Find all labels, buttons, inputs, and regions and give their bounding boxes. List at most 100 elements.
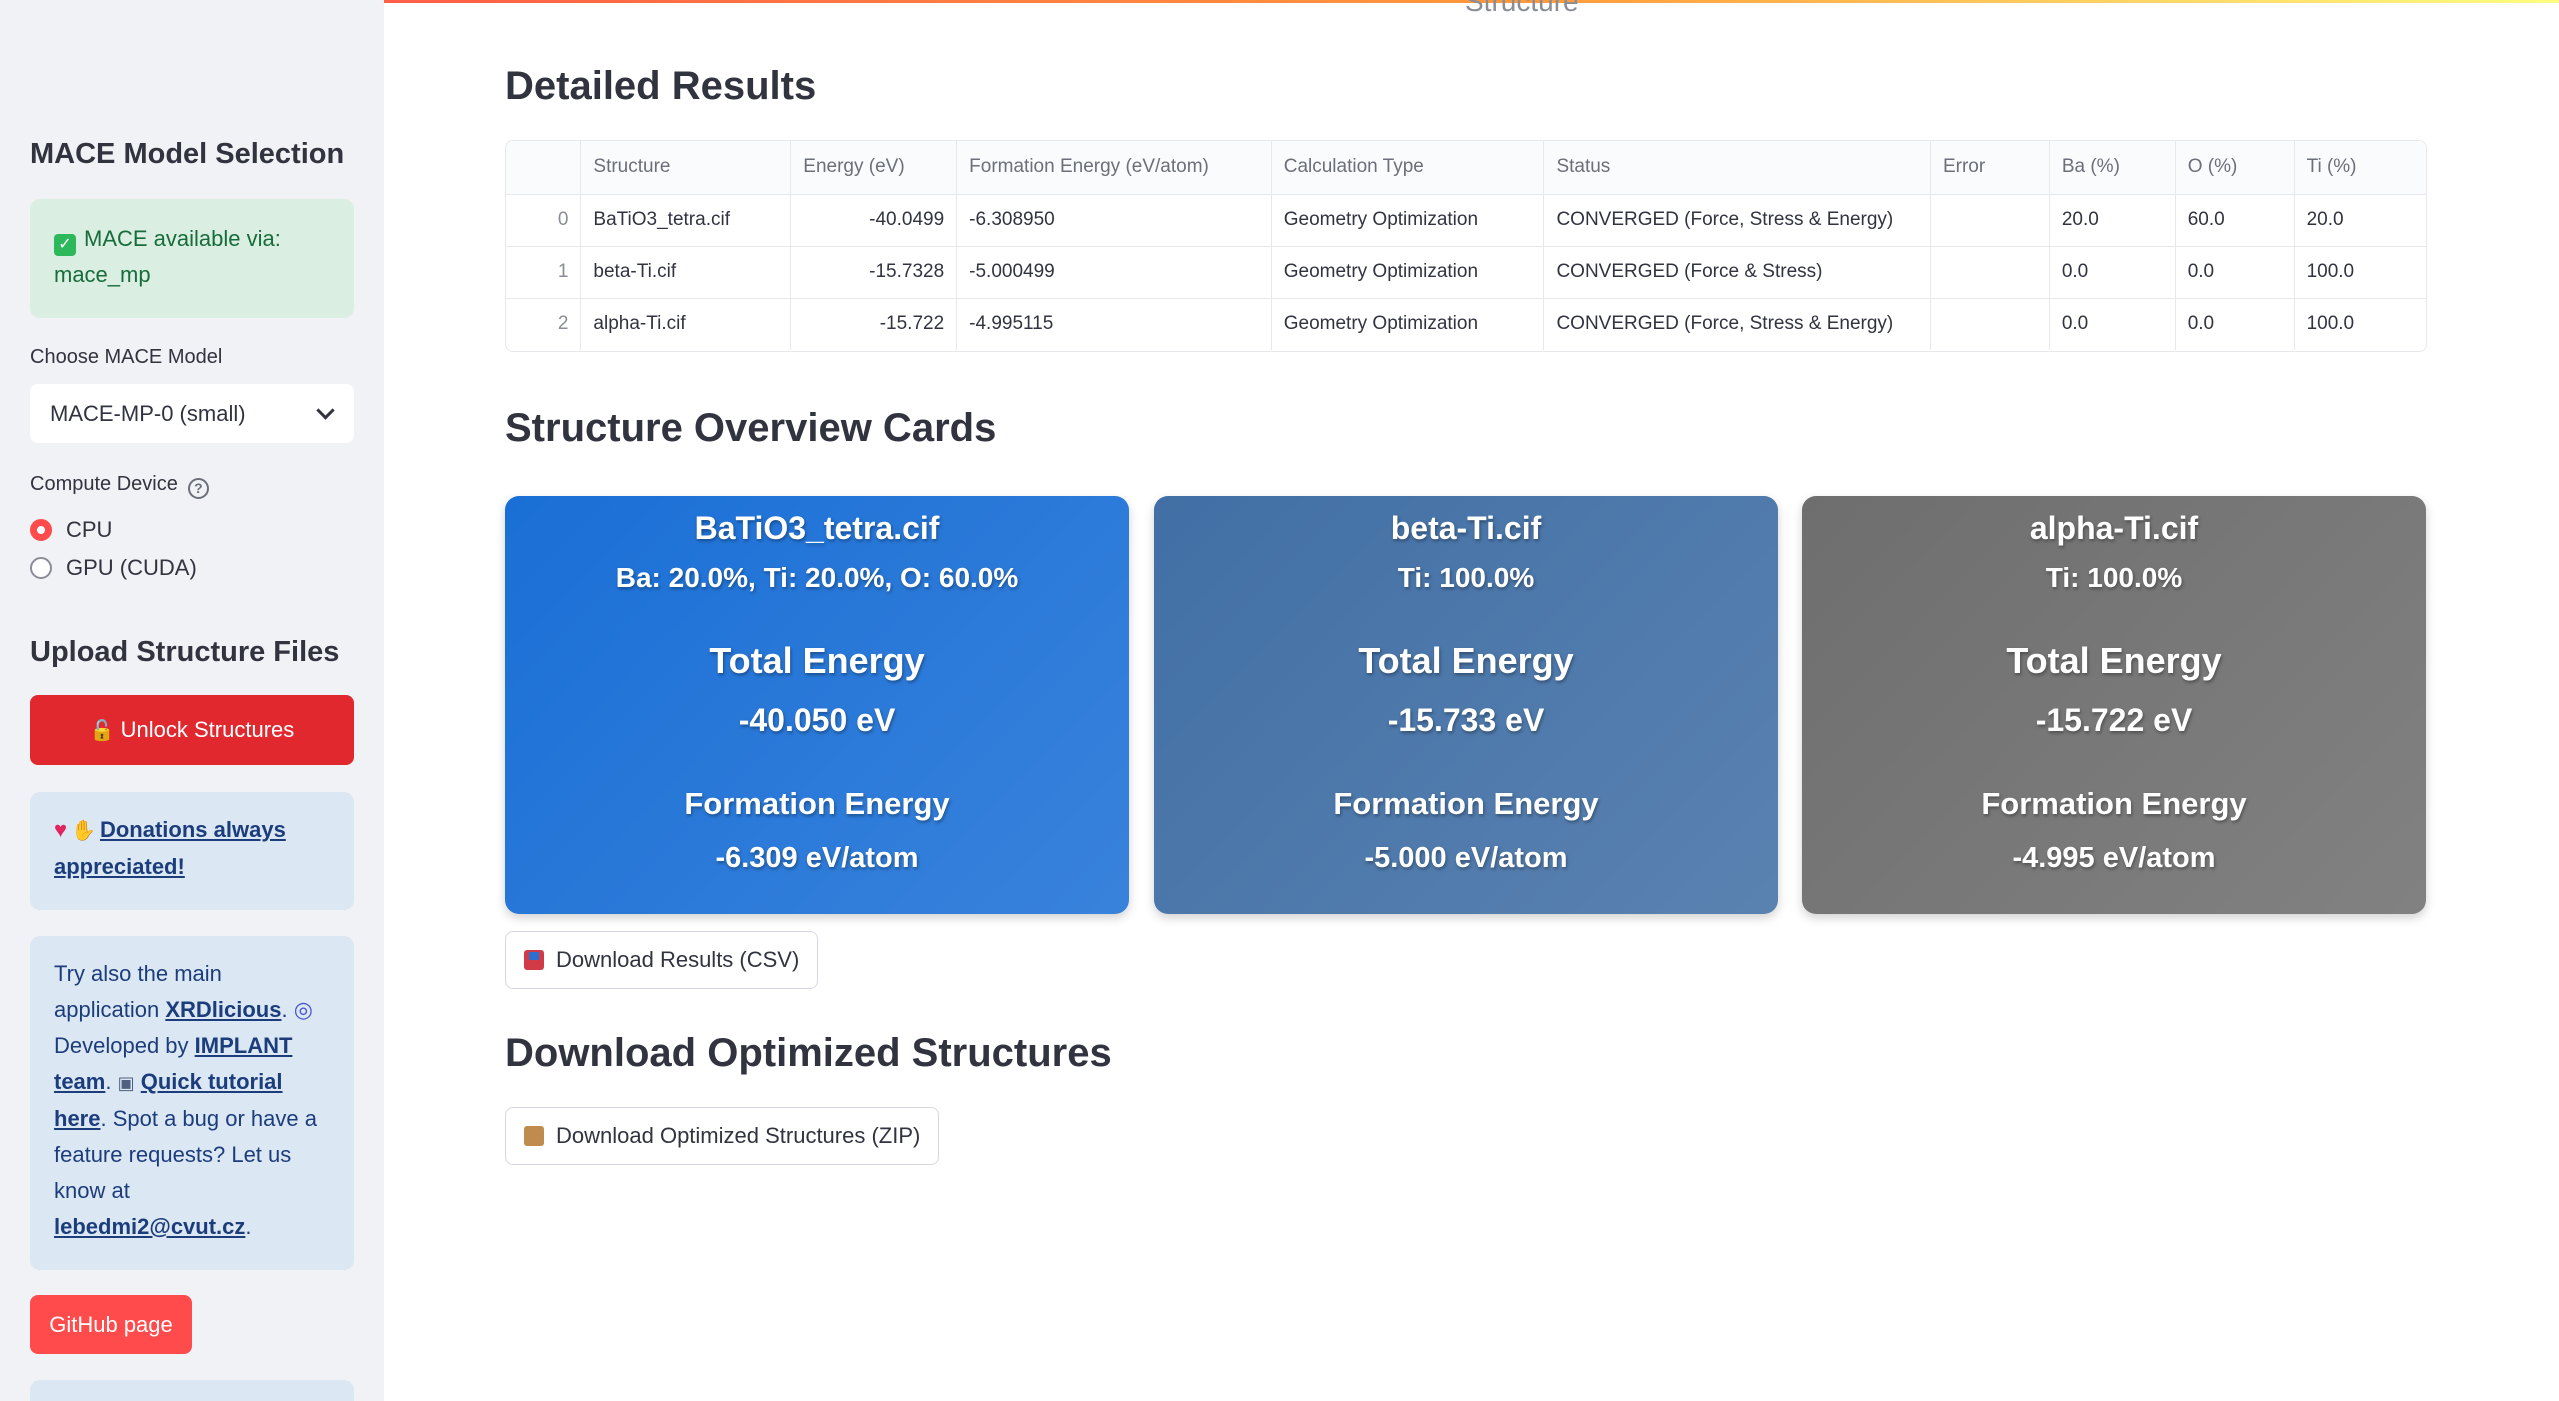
- table-cell[interactable]: CONVERGED (Force, Stress & Energy): [1543, 298, 1931, 350]
- card-energy-label: Total Energy: [2006, 640, 2222, 681]
- table-cell[interactable]: -6.308950: [956, 194, 1272, 247]
- card-name: BaTiO3_tetra.cif: [694, 510, 940, 546]
- table-row: 2 alpha-Ti.cif -15.722 -4.995115 Geometr…: [506, 298, 2426, 350]
- column-header[interactable]: Status: [1543, 141, 1931, 195]
- donation-box: ♥ ✋ Donations always appreciated!: [30, 792, 354, 910]
- card-name: beta-Ti.cif: [1390, 510, 1542, 546]
- radio-gpu-label: GPU (CUDA): [66, 555, 197, 580]
- partial-section-title: Structure: [1465, 0, 1579, 17]
- column-header[interactable]: Error: [1930, 141, 2050, 195]
- table-cell[interactable]: 1: [506, 246, 582, 299]
- table-cell[interactable]: beta-Ti.cif: [580, 246, 792, 299]
- radio-cpu-label: CPU: [66, 517, 113, 542]
- card-energy-value: -15.733 eV: [1387, 702, 1545, 738]
- column-header[interactable]: [506, 141, 582, 195]
- table-cell[interactable]: Geometry Optimization: [1271, 194, 1545, 247]
- github-button[interactable]: GitHub page: [30, 1295, 192, 1354]
- card-energy-value: -15.722 eV: [2035, 702, 2193, 738]
- card-name: alpha-Ti.cif: [2029, 510, 2199, 546]
- table-cell[interactable]: 0.0: [2049, 246, 2176, 299]
- info-text: .: [245, 1214, 252, 1239]
- card-formation-label: Formation Energy: [1333, 786, 1599, 821]
- table-cell[interactable]: CONVERGED (Force & Stress): [1543, 246, 1931, 299]
- column-header[interactable]: Ba (%): [2049, 141, 2176, 195]
- results-table[interactable]: Structure Energy (eV) Formation Energy (…: [505, 140, 2427, 352]
- table-cell[interactable]: 100.0: [2294, 246, 2426, 299]
- success-text: MACE available via: mace_mp: [54, 226, 281, 287]
- info-text: .: [281, 997, 294, 1022]
- card-energy-label: Total Energy: [1358, 640, 1574, 681]
- tv-icon: ▣: [117, 1073, 135, 1093]
- card-formation-label: Formation Energy: [1981, 786, 2247, 821]
- hands-icon: ✋: [71, 820, 96, 842]
- card-composition: Ti: 100.0%: [2045, 562, 2183, 593]
- structure-card: BaTiO3_tetra.cif Ba: 20.0%, Ti: 20.0%, O…: [505, 496, 1129, 914]
- table-cell[interactable]: 20.0: [2049, 194, 2176, 247]
- column-header[interactable]: Calculation Type: [1271, 141, 1545, 195]
- heart-icon: ♥: [54, 817, 68, 842]
- column-header[interactable]: O (%): [2175, 141, 2295, 195]
- column-header[interactable]: Ti (%): [2294, 141, 2426, 195]
- model-select-value: MACE-MP-0 (small): [50, 401, 246, 426]
- card-energy-label: Total Energy: [709, 640, 925, 681]
- email-link[interactable]: lebedmi2@cvut.cz: [54, 1214, 245, 1239]
- table-cell[interactable]: [1930, 298, 2050, 350]
- table-row: 1 beta-Ti.cif -15.7328 -5.000499 Geometr…: [506, 246, 2426, 299]
- table-cell[interactable]: 2: [506, 298, 582, 350]
- table-cell[interactable]: -5.000499: [956, 246, 1272, 299]
- card-composition: Ba: 20.0%, Ti: 20.0%, O: 60.0%: [615, 562, 1019, 593]
- table-cell[interactable]: -15.722: [790, 298, 958, 350]
- card-formation-value: -5.000 eV/atom: [1364, 842, 1568, 874]
- table-cell[interactable]: 0.0: [2049, 298, 2176, 350]
- table-cell[interactable]: alpha-Ti.cif: [580, 298, 792, 350]
- unlock-button-label: Unlock Structures: [120, 717, 295, 742]
- table-row: 0 BaTiO3_tetra.cif -40.0499 -6.308950 Ge…: [506, 194, 2426, 247]
- help-icon[interactable]: ?: [187, 478, 209, 499]
- column-header[interactable]: Formation Energy (eV/atom): [956, 141, 1272, 195]
- card-formation-value: -6.309 eV/atom: [715, 842, 919, 874]
- info-box: Try also the main application XRDlicious…: [30, 936, 354, 1270]
- table-cell[interactable]: CONVERGED (Force, Stress & Energy): [1543, 194, 1931, 247]
- table-cell[interactable]: 0: [506, 194, 582, 247]
- check-icon: ✓: [54, 234, 76, 256]
- table-cell[interactable]: [1930, 246, 2050, 299]
- info-text: .: [105, 1069, 118, 1094]
- table-cell[interactable]: -4.995115: [956, 298, 1272, 350]
- results-title: Detailed Results: [505, 64, 817, 108]
- download-zip-label: Download Optimized Structures (ZIP): [556, 1123, 921, 1148]
- table-cell[interactable]: 0.0: [2175, 298, 2295, 350]
- xrdlicious-link[interactable]: XRDlicious: [165, 997, 281, 1022]
- table-cell[interactable]: 20.0: [2294, 194, 2426, 247]
- radio-unselected-icon: [30, 557, 52, 579]
- unlock-icon: 🔓: [89, 720, 115, 742]
- table-cell[interactable]: 0.0: [2175, 246, 2295, 299]
- optimized-structures-title: Download Optimized Structures: [505, 1031, 1112, 1075]
- column-header[interactable]: Structure: [580, 141, 792, 195]
- structure-card: alpha-Ti.cif Ti: 100.0% Total Energy -15…: [1802, 496, 2426, 914]
- radio-gpu[interactable]: GPU (CUDA): [30, 555, 197, 581]
- compute-device-label: Compute Device?: [30, 473, 209, 499]
- upload-heading: Upload Structure Files: [30, 636, 340, 668]
- download-csv-label: Download Results (CSV): [556, 947, 800, 972]
- card-energy-value: -40.050 eV: [738, 702, 896, 738]
- column-header[interactable]: Energy (eV): [790, 141, 958, 195]
- table-cell[interactable]: -40.0499: [790, 194, 958, 247]
- table-cell[interactable]: -15.7328: [790, 246, 958, 299]
- table-cell[interactable]: Geometry Optimization: [1271, 298, 1545, 350]
- card-formation-label: Formation Energy: [684, 786, 950, 821]
- card-composition: Ti: 100.0%: [1397, 562, 1535, 593]
- model-select[interactable]: MACE-MP-0 (small): [30, 384, 354, 443]
- download-csv-button[interactable]: Download Results (CSV): [505, 931, 819, 989]
- card-formation-value: -4.995 eV/atom: [2012, 842, 2216, 874]
- radio-cpu[interactable]: CPU: [30, 517, 112, 543]
- table-cell[interactable]: 100.0: [2294, 298, 2426, 350]
- table-cell[interactable]: Geometry Optimization: [1271, 246, 1545, 299]
- download-zip-button[interactable]: Download Optimized Structures (ZIP): [505, 1107, 940, 1165]
- structure-card: beta-Ti.cif Ti: 100.0% Total Energy -15.…: [1154, 496, 1778, 914]
- table-cell[interactable]: 60.0: [2175, 194, 2295, 247]
- info-text: Developed by: [54, 1033, 195, 1058]
- table-cell[interactable]: [1930, 194, 2050, 247]
- unlock-structures-button[interactable]: 🔓 Unlock Structures: [30, 695, 354, 765]
- table-cell[interactable]: BaTiO3_tetra.cif: [580, 194, 792, 247]
- sidebar-bottom-box: [30, 1380, 354, 1401]
